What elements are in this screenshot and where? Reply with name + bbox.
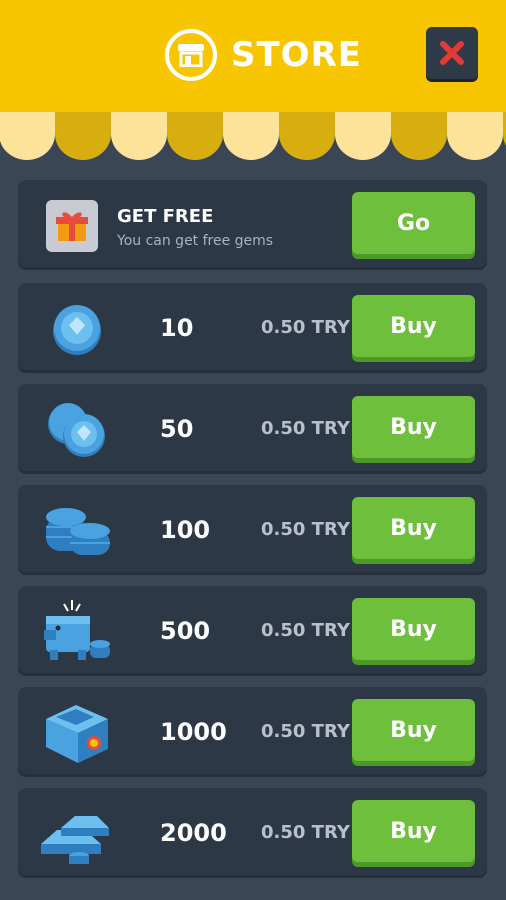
free-offer-title: GET FREE [117, 206, 214, 227]
package-row-1000: 1000 0.50 TRY Buy [18, 687, 487, 777]
buy-button-10[interactable]: Buy [352, 295, 475, 357]
package-row-2000: 2000 0.50 TRY Buy [18, 788, 487, 878]
package-amount: 500 [160, 617, 211, 645]
two-gem-coins-icon [48, 403, 105, 457]
package-price: 0.50 TRY [261, 418, 350, 439]
package-row-100: 100 0.50 TRY Buy [18, 485, 487, 575]
package-price: 0.50 TRY [261, 822, 350, 843]
gift-icon [46, 200, 98, 252]
buy-button-2000[interactable]: Buy [352, 800, 475, 862]
package-price: 0.50 TRY [261, 519, 350, 540]
package-price: 0.50 TRY [261, 620, 350, 641]
package-amount: 10 [160, 314, 194, 342]
package-row-500: 500 0.50 TRY Buy [18, 586, 487, 676]
piggy-bank-icon [44, 600, 110, 660]
storefront-icon [165, 29, 217, 81]
page-title: STORE [231, 35, 362, 75]
free-gems-row: GET FREE You can get free gems Go [18, 180, 487, 270]
package-amount: 50 [160, 415, 194, 443]
buy-button-50[interactable]: Buy [352, 396, 475, 458]
buy-button-100[interactable]: Buy [352, 497, 475, 559]
close-button[interactable] [426, 27, 478, 79]
go-button[interactable]: Go [352, 192, 475, 254]
package-price: 0.50 TRY [261, 721, 350, 742]
package-row-50: 50 0.50 TRY Buy [18, 384, 487, 474]
package-amount: 100 [160, 516, 211, 544]
package-amount: 2000 [160, 819, 227, 847]
buy-button-1000[interactable]: Buy [352, 699, 475, 761]
single-gem-coin-icon [53, 305, 101, 355]
store-title-group: STORE [165, 26, 362, 84]
buy-button-500[interactable]: Buy [352, 598, 475, 660]
store-header: STORE [0, 0, 506, 112]
package-price: 0.50 TRY [261, 317, 350, 338]
package-row-10: 10 0.50 TRY Buy [18, 283, 487, 373]
awning-decoration [0, 112, 506, 160]
free-offer-subtitle: You can get free gems [117, 233, 274, 249]
treasure-box-icon [46, 705, 108, 763]
package-amount: 1000 [160, 718, 227, 746]
gold-bars-icon [41, 816, 109, 864]
close-x-icon [440, 41, 464, 65]
coin-stacks-icon [46, 508, 110, 555]
